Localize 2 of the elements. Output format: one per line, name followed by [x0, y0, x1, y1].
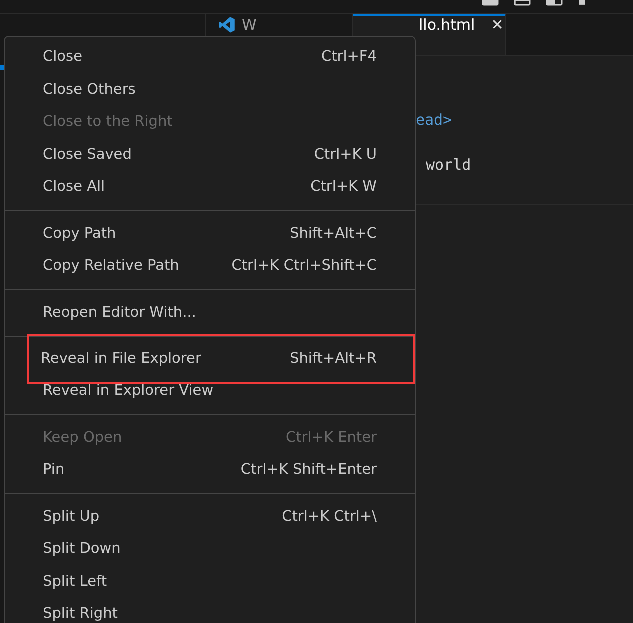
code-line: ead>	[416, 111, 454, 129]
code-line: world	[425, 156, 472, 174]
